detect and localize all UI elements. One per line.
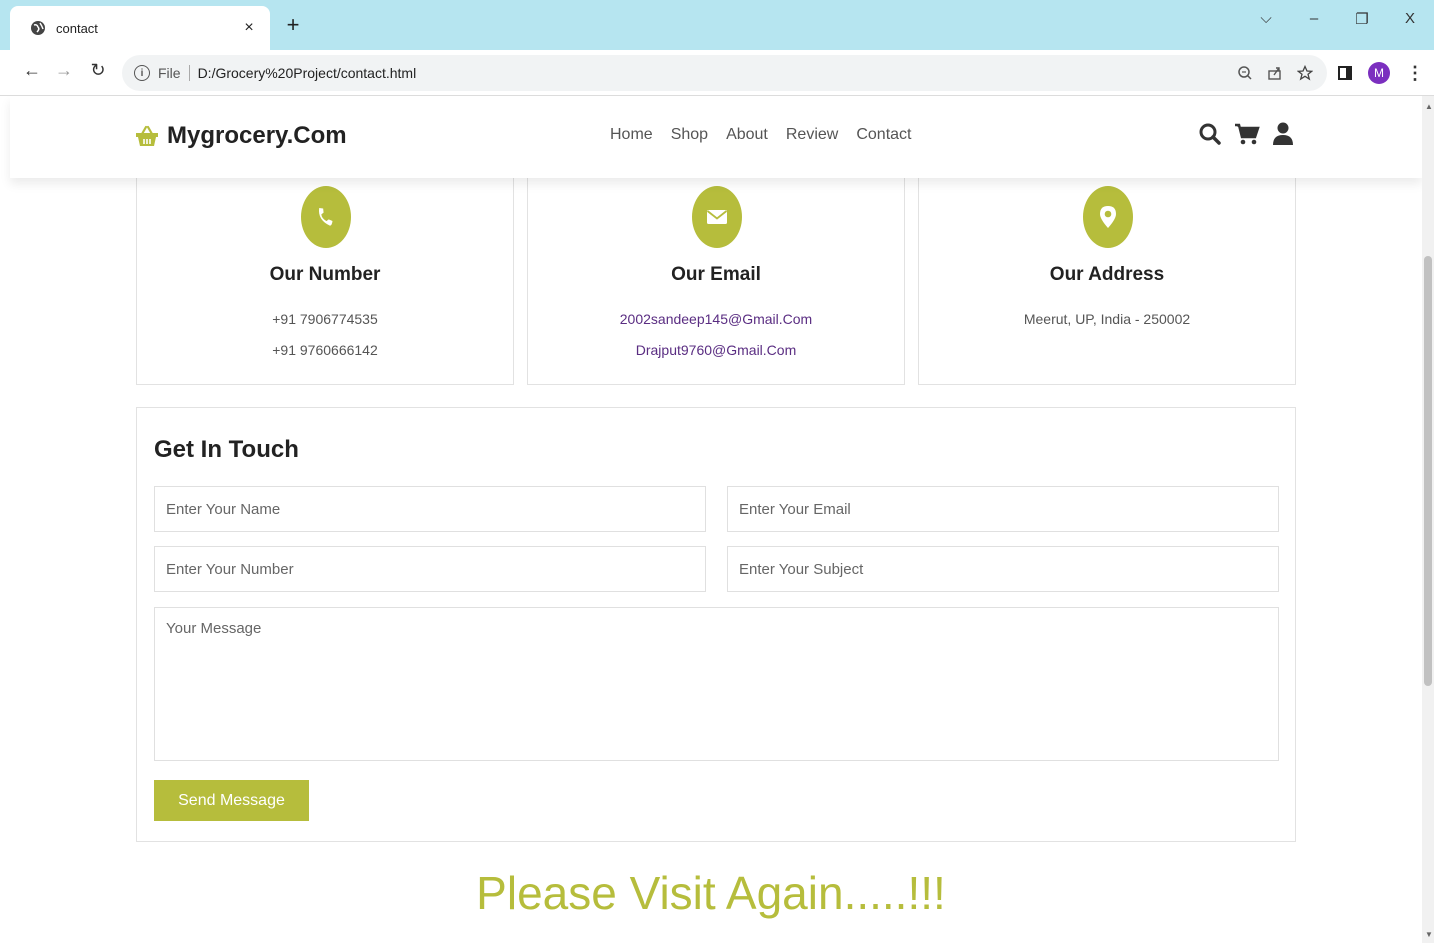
url-omnibox[interactable]: i File D:/Grocery%20Project/contact.html (122, 55, 1327, 91)
name-input[interactable] (154, 486, 706, 532)
envelope-icon (706, 210, 728, 224)
email-icon-circle (692, 186, 742, 248)
nav-shop[interactable]: Shop (671, 126, 708, 144)
page-scrollbar[interactable]: ▲ ▼ (1422, 96, 1434, 943)
share-icon[interactable] (1267, 65, 1283, 81)
browser-tab-bar: contact × + ⌵ – ❐ X (0, 0, 1434, 50)
nav-home[interactable]: Home (610, 126, 653, 144)
email-card: Our Email 2002sandeep145@Gmail.Com Drajp… (527, 178, 905, 385)
window-controls: ⌵ – ❐ X (1242, 10, 1434, 28)
scroll-thumb[interactable] (1424, 256, 1432, 686)
user-icon[interactable] (1272, 122, 1294, 146)
file-label: File (158, 65, 190, 81)
browser-tab[interactable]: contact × (10, 6, 270, 50)
phone-icon (318, 207, 333, 226)
back-arrow-icon[interactable]: ← (20, 60, 44, 81)
address-icon-circle (1083, 186, 1133, 248)
card-title: Our Email (671, 264, 761, 285)
side-panel-icon[interactable] (1338, 66, 1352, 80)
contact-form: Get In Touch Send Message (136, 407, 1296, 842)
address-bar: ← → ↻ i File D:/Grocery%20Project/contac… (0, 50, 1434, 96)
email-link-2[interactable]: Drajput9760@Gmail.Com (528, 342, 904, 358)
address-card: Our Address Meerut, UP, India - 250002 (918, 178, 1296, 385)
nav-about[interactable]: About (726, 126, 768, 144)
number-icon-circle (301, 186, 351, 248)
scroll-up-arrow-icon[interactable]: ▲ (1425, 102, 1433, 111)
restore-icon[interactable]: ❐ (1338, 10, 1386, 28)
subject-input[interactable] (727, 546, 1279, 592)
phone-number-2[interactable]: +91 9760666142 (137, 342, 513, 358)
card-title: Our Number (269, 264, 381, 285)
info-icon[interactable]: i (134, 65, 150, 81)
header-icons (1198, 122, 1294, 146)
phone-number-1[interactable]: +91 7906774535 (137, 311, 513, 327)
farewell-heading: Please Visit Again.....!!! (476, 867, 946, 919)
nav-contact[interactable]: Contact (856, 126, 911, 144)
map-marker-icon (1100, 206, 1116, 228)
site-logo[interactable]: Mygrocery.Com (135, 122, 347, 150)
logo-text: Mygrocery.Com (167, 122, 347, 149)
close-window-icon[interactable]: X (1386, 10, 1434, 28)
url-text[interactable]: D:/Grocery%20Project/contact.html (198, 65, 1237, 81)
shopping-basket-icon (136, 125, 158, 146)
form-title: Get In Touch (154, 436, 299, 463)
profile-avatar[interactable]: M (1368, 62, 1390, 84)
card-title: Our Address (1049, 264, 1165, 285)
forward-arrow-icon[interactable]: → (52, 60, 76, 81)
page-viewport: Mygrocery.Com Home Shop About Review Con… (0, 96, 1422, 943)
zoom-icon[interactable] (1237, 65, 1253, 81)
new-tab-icon[interactable]: + (282, 12, 304, 38)
message-textarea[interactable] (154, 607, 1279, 761)
nav-review[interactable]: Review (786, 126, 838, 144)
browser-right-controls: M ⋮ (1338, 62, 1424, 84)
scroll-down-arrow-icon[interactable]: ▼ (1425, 930, 1433, 939)
number-input[interactable] (154, 546, 706, 592)
omnibox-icons (1237, 65, 1313, 81)
menu-kebab-icon[interactable]: ⋮ (1406, 63, 1424, 84)
bookmark-star-icon[interactable] (1297, 65, 1313, 81)
tab-search-icon[interactable]: ⌵ (1242, 10, 1290, 28)
search-icon[interactable] (1198, 122, 1222, 146)
main-nav: Home Shop About Review Contact (610, 126, 911, 144)
send-message-button[interactable]: Send Message (154, 780, 309, 821)
minimize-icon[interactable]: – (1290, 10, 1338, 28)
number-card: Our Number +91 7906774535 +91 9760666142 (136, 178, 514, 385)
email-link-1[interactable]: 2002sandeep145@Gmail.Com (528, 311, 904, 327)
globe-icon (31, 21, 45, 35)
site-header: Mygrocery.Com Home Shop About Review Con… (10, 96, 1422, 178)
address-line: Meerut, UP, India - 250002 (1023, 311, 1191, 327)
close-tab-icon[interactable]: × (240, 19, 258, 37)
cart-icon[interactable] (1234, 122, 1260, 146)
tab-title: contact (56, 20, 98, 36)
email-input[interactable] (727, 486, 1279, 532)
reload-icon[interactable]: ↻ (86, 60, 110, 81)
